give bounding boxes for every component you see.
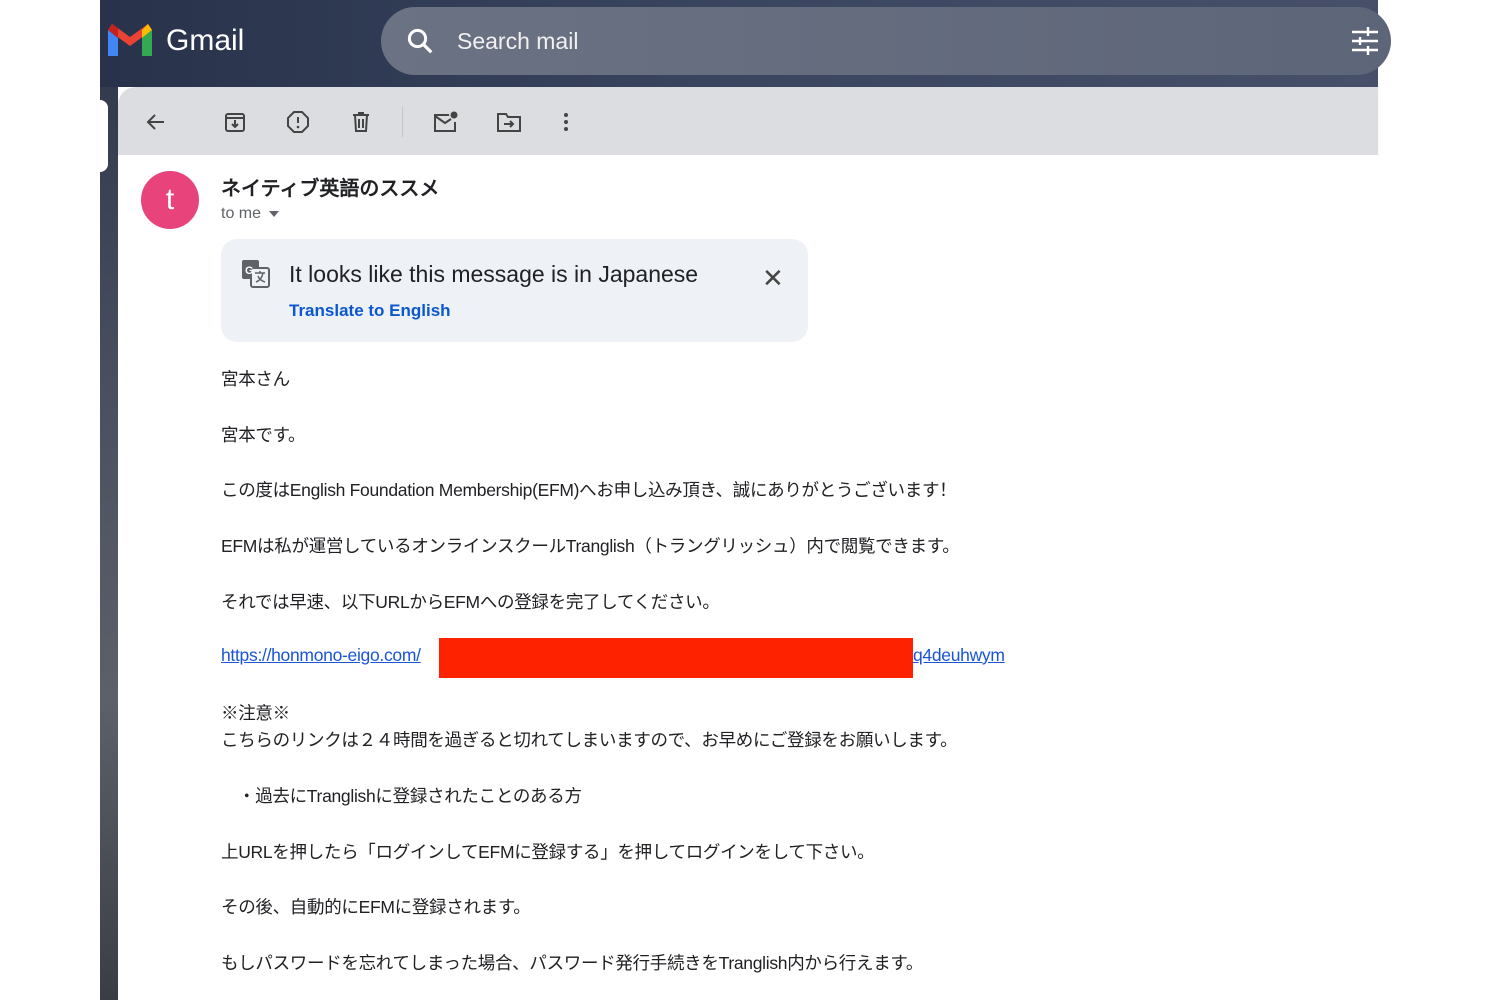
recipient-details[interactable]: to me	[221, 205, 280, 223]
archive-button[interactable]	[222, 109, 248, 135]
registration-link[interactable]: https://honmono-eigo.com/	[221, 645, 421, 666]
gmail-logo[interactable]: Gmail	[108, 24, 244, 58]
mark-unread-icon	[434, 111, 458, 132]
chevron-down-icon	[269, 211, 280, 217]
more-button[interactable]	[553, 109, 579, 135]
header: Gmail Search mail	[100, 0, 1391, 87]
message-toolbar	[118, 87, 1378, 155]
link-start[interactable]: https://honmono-eigo.com/	[221, 645, 421, 665]
report-spam-icon	[287, 111, 309, 133]
translate-link[interactable]: Translate to English	[289, 301, 451, 321]
translate-banner-title: It looks like this message is in Japanes…	[289, 261, 699, 287]
body-line: 宮本さん	[221, 369, 290, 389]
body-line: 上URLを押したら「ログインしてEFMに登録する」を押してログインをして下さい。	[221, 842, 875, 862]
search-input[interactable]: Search mail	[457, 28, 578, 55]
notice-title: ※注意※	[221, 703, 290, 723]
body-line: もしパスワードを忘れてしまった場合、パスワード発行手続きをTranglish内か…	[221, 953, 924, 973]
search-icon[interactable]	[405, 26, 435, 56]
move-to-icon	[497, 113, 521, 132]
svg-text:G: G	[245, 265, 254, 277]
body-line: 宮本です。	[221, 425, 306, 445]
more-icon	[564, 113, 568, 131]
avatar: t	[141, 171, 199, 229]
recipient-label: to me	[221, 205, 262, 222]
side-tab	[100, 100, 108, 172]
back-button[interactable]	[143, 109, 169, 135]
sender-name: ネイティブ英語のススメ	[221, 178, 440, 200]
body-line: この度はEnglish Foundation Membership(EFM)へお…	[221, 480, 957, 500]
translate-icon: G	[242, 260, 270, 288]
search-bar[interactable]: Search mail	[381, 7, 1391, 75]
body-line: その後、自動的にEFMに登録されます。	[221, 897, 531, 917]
report-spam-button[interactable]	[285, 109, 311, 135]
body-line: それでは早速、以下URLからEFMへの登録を完了してください。	[221, 592, 720, 612]
mark-unread-button[interactable]	[433, 109, 459, 135]
archive-icon	[225, 113, 245, 132]
registration-link-end[interactable]: q4deuhwym	[913, 645, 1005, 666]
close-icon[interactable]: ✕	[762, 263, 784, 294]
redaction-box	[439, 638, 913, 678]
bullet-line: ・過去にTranglishに登録されたことのある方	[238, 786, 582, 806]
delete-button[interactable]	[348, 109, 374, 135]
search-options-icon[interactable]	[1352, 27, 1378, 55]
move-to-button[interactable]	[496, 109, 522, 135]
delete-icon	[353, 112, 369, 132]
toolbar-divider	[402, 107, 403, 137]
link-end[interactable]: q4deuhwym	[913, 645, 1005, 665]
body-line: EFMは私が運営しているオンラインスクールTranglish（トラングリッシュ）…	[221, 536, 960, 556]
notice-text: こちらのリンクは２４時間を過ぎると切れてしまいますので、お早めにご登録をお願いし…	[221, 730, 958, 750]
translate-banner: G It looks like this message is in Japan…	[221, 239, 808, 342]
back-icon	[146, 114, 164, 130]
gmail-m-icon	[108, 24, 152, 56]
